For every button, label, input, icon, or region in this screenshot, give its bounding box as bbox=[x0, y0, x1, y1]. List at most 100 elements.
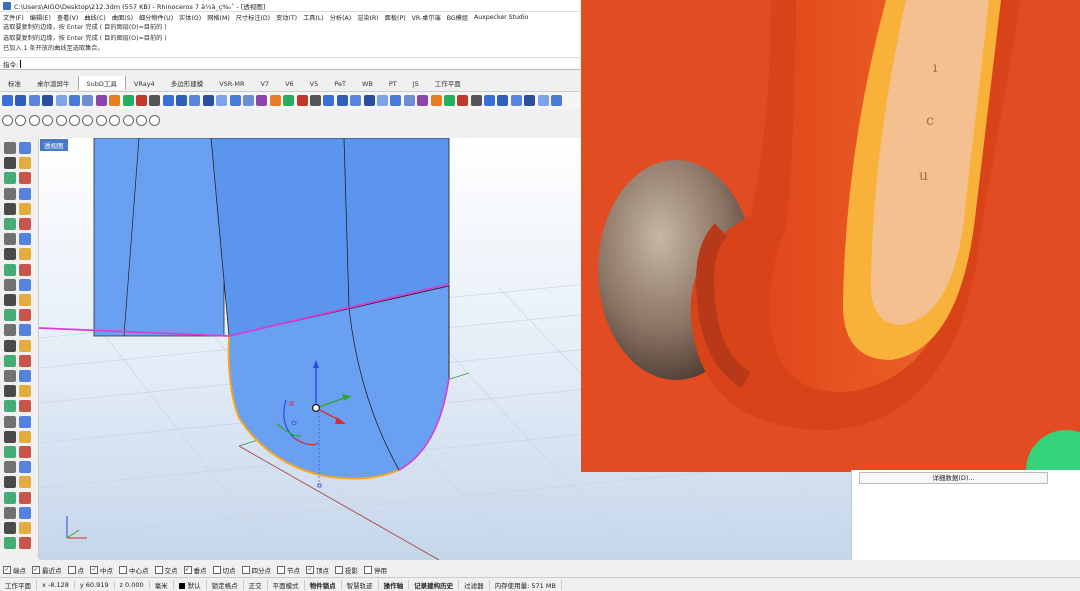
modeling-tool-icon[interactable] bbox=[19, 248, 31, 261]
modeling-tool-icon[interactable] bbox=[4, 142, 16, 154]
menu-item[interactable]: 编辑(E) bbox=[30, 13, 51, 22]
command-prompt[interactable]: 指令: bbox=[0, 58, 580, 70]
tab-item[interactable]: 多边形建模 bbox=[163, 76, 212, 90]
subd-tool-icon[interactable] bbox=[390, 95, 402, 106]
status-toggle[interactable]: 记录建构历史 bbox=[409, 579, 460, 590]
menu-item[interactable]: 工具(L) bbox=[303, 13, 324, 22]
modeling-tool-icon[interactable] bbox=[19, 339, 31, 352]
cplane-status[interactable]: 工作平面 bbox=[0, 579, 37, 590]
tab-item[interactable]: V5 bbox=[302, 78, 327, 90]
modeling-tool-icon[interactable] bbox=[4, 278, 16, 291]
subd-tool-icon[interactable] bbox=[283, 95, 295, 106]
modeling-tool-icon[interactable] bbox=[19, 461, 31, 474]
tab-item[interactable]: V7 bbox=[252, 78, 277, 90]
subd-tool-icon[interactable] bbox=[162, 95, 174, 106]
modeling-tool-icon[interactable] bbox=[4, 202, 16, 215]
status-toggle[interactable]: 操作轴 bbox=[379, 579, 410, 590]
checkbox[interactable]: ✓ bbox=[90, 565, 98, 574]
subd-tool-icon[interactable] bbox=[243, 95, 255, 106]
osnap-option[interactable]: 点 bbox=[67, 565, 84, 575]
checkbox[interactable] bbox=[277, 565, 285, 574]
modeling-tool-icon[interactable] bbox=[19, 354, 31, 367]
checkbox[interactable] bbox=[364, 565, 372, 574]
subd-tool-icon[interactable] bbox=[524, 95, 536, 106]
subd-tool-icon[interactable] bbox=[68, 95, 80, 106]
osnap-option[interactable]: ✓ 最近点 bbox=[32, 565, 62, 575]
modeling-tool-icon[interactable] bbox=[19, 187, 31, 200]
checkbox[interactable] bbox=[241, 565, 250, 574]
menu-item[interactable]: 渲染(R) bbox=[357, 13, 379, 22]
osnap-option[interactable]: ✓ 顶点 bbox=[306, 565, 329, 575]
checkbox[interactable] bbox=[335, 565, 343, 574]
snap-tool-icon[interactable] bbox=[135, 114, 147, 126]
subd-tool-icon[interactable] bbox=[149, 95, 161, 106]
snap-tool-icon[interactable] bbox=[122, 114, 134, 126]
subd-tool-icon[interactable] bbox=[2, 95, 13, 106]
subd-tool-icon[interactable] bbox=[202, 95, 214, 106]
details-button[interactable]: 详细数据(D)... bbox=[859, 472, 1048, 484]
modeling-tool-icon[interactable] bbox=[19, 522, 31, 534]
modeling-tool-icon[interactable] bbox=[4, 218, 16, 230]
menu-item[interactable]: 曲线(C) bbox=[84, 13, 106, 22]
subd-tool-icon[interactable] bbox=[189, 95, 201, 106]
checkbox[interactable]: ✓ bbox=[3, 565, 11, 574]
checkbox[interactable]: ✓ bbox=[306, 565, 314, 574]
subd-tool-icon[interactable] bbox=[470, 95, 482, 106]
modeling-tool-icon[interactable] bbox=[19, 446, 31, 458]
subd-tool-icon[interactable] bbox=[457, 95, 469, 106]
status-toggle[interactable]: 过滤器 bbox=[459, 579, 490, 590]
modeling-tool-icon[interactable] bbox=[4, 537, 16, 550]
checkbox[interactable]: ✓ bbox=[32, 565, 40, 574]
subd-tool-icon[interactable] bbox=[376, 95, 388, 106]
snap-tool-icon[interactable] bbox=[109, 114, 121, 126]
modeling-tool-icon[interactable] bbox=[4, 233, 16, 246]
status-toggle[interactable]: 物件锁点 bbox=[305, 579, 342, 590]
modeling-tool-icon[interactable] bbox=[4, 430, 16, 443]
modeling-tool-icon[interactable] bbox=[4, 370, 16, 382]
modeling-tool-icon[interactable] bbox=[4, 309, 16, 322]
modeling-tool-icon[interactable] bbox=[19, 202, 31, 215]
osnap-option[interactable]: 节点 bbox=[277, 565, 300, 575]
osnap-option[interactable]: 投影 bbox=[335, 565, 358, 575]
modeling-tool-icon[interactable] bbox=[4, 491, 16, 504]
tab-item[interactable]: JS bbox=[405, 78, 427, 90]
modeling-tool-icon[interactable] bbox=[4, 461, 16, 474]
tab-item[interactable]: PT bbox=[381, 78, 405, 90]
tab-item[interactable]: 工作平面 bbox=[427, 76, 469, 90]
osnap-option[interactable]: 中心点 bbox=[119, 565, 149, 575]
snap-tool-icon[interactable] bbox=[42, 114, 54, 126]
checkbox[interactable] bbox=[154, 565, 163, 574]
subd-tool-icon[interactable] bbox=[403, 95, 415, 106]
status-toggle[interactable]: 锁定格点 bbox=[207, 579, 244, 590]
subd-tool-icon[interactable] bbox=[95, 95, 107, 106]
snap-tool-icon[interactable] bbox=[68, 114, 80, 126]
osnap-option[interactable]: 停用 bbox=[364, 565, 387, 575]
modeling-tool-icon[interactable] bbox=[4, 172, 16, 185]
tab-item[interactable]: 桌尔渲屏牛 bbox=[29, 76, 78, 90]
modeling-tool-icon[interactable] bbox=[19, 157, 31, 170]
tab-item[interactable]: V6 bbox=[277, 78, 302, 90]
checkbox[interactable]: ✓ bbox=[183, 565, 192, 574]
menu-item[interactable]: 细分物件(U) bbox=[139, 13, 173, 22]
subd-surface-left[interactable] bbox=[93, 138, 225, 337]
subd-tool-icon[interactable] bbox=[497, 95, 509, 106]
tab-item[interactable]: PeT bbox=[326, 78, 354, 90]
osnap-option[interactable]: 交点 bbox=[154, 565, 178, 575]
modeling-tool-icon[interactable] bbox=[4, 476, 16, 489]
subd-tool-icon[interactable] bbox=[551, 95, 563, 106]
menu-item[interactable]: 尺寸标注(D) bbox=[236, 13, 270, 22]
menu-item[interactable]: 曲面(S) bbox=[112, 13, 133, 22]
subd-tool-icon[interactable] bbox=[417, 95, 429, 106]
menu-item[interactable]: 网格(M) bbox=[207, 13, 230, 22]
osnap-option[interactable]: ✓ 中点 bbox=[90, 565, 113, 575]
modeling-tool-icon[interactable] bbox=[4, 400, 16, 413]
modeling-tool-icon[interactable] bbox=[19, 142, 31, 154]
subd-tool-icon[interactable] bbox=[309, 95, 321, 106]
status-toggle[interactable]: 平面模式 bbox=[268, 579, 305, 590]
modeling-tool-icon[interactable] bbox=[19, 324, 31, 337]
modeling-tool-icon[interactable] bbox=[19, 218, 31, 230]
modeling-tool-icon[interactable] bbox=[19, 294, 31, 306]
subd-tool-icon[interactable] bbox=[15, 95, 27, 106]
checkbox[interactable] bbox=[119, 565, 127, 574]
snap-tool-icon[interactable] bbox=[149, 114, 161, 126]
